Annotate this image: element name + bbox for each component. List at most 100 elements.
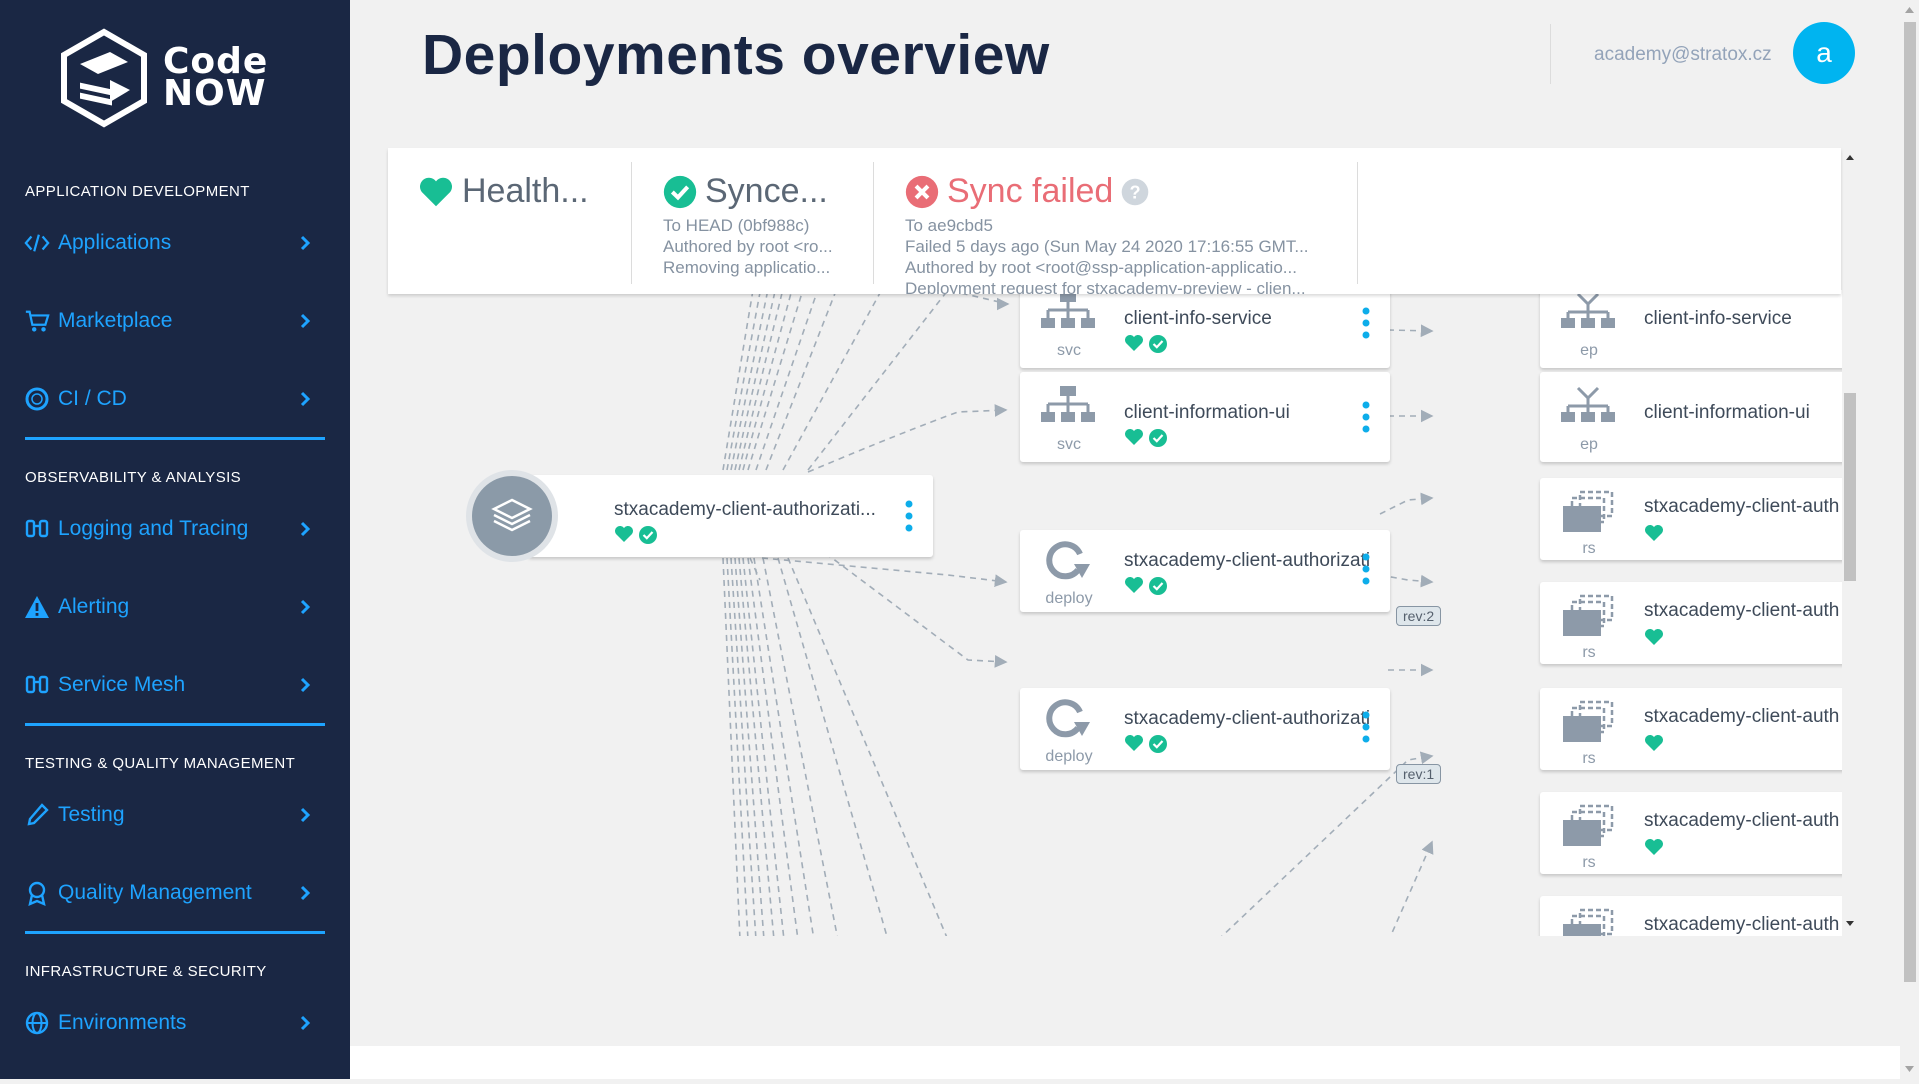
app-node[interactable]: stxacademy-client-authorizati...	[528, 475, 933, 557]
warning-icon	[24, 594, 50, 620]
sync-revision: To HEAD (0bf988c)	[663, 216, 810, 235]
replicaset-icon	[1563, 594, 1614, 636]
pipette-icon	[24, 802, 50, 828]
nav-quality-management[interactable]: Quality Management	[24, 868, 324, 918]
check-circle-icon	[1149, 335, 1167, 353]
error-circle-icon	[905, 175, 939, 208]
node-ep-client-information-ui[interactable]: ep client-information-ui	[1540, 372, 1842, 462]
endpoint-icon	[1561, 386, 1615, 422]
heart-icon	[420, 177, 452, 206]
chevron-right-icon	[300, 599, 311, 615]
last-operation-status[interactable]: Sync failed ? To ae9cbd5 Failed 5 days a…	[905, 172, 1309, 294]
nav-applications[interactable]: Applications	[24, 218, 324, 268]
node-kind: rs	[1582, 750, 1596, 767]
heart-icon	[1645, 629, 1663, 645]
heart-icon	[1125, 429, 1143, 445]
nav-marketplace[interactable]: Marketplace	[24, 296, 324, 346]
more-vert-icon[interactable]	[905, 499, 913, 533]
heart-icon	[1645, 839, 1663, 855]
divider	[25, 723, 325, 726]
node-label: client-info-service	[1124, 308, 1272, 329]
replicaset-icon	[1563, 908, 1614, 936]
chevron-right-icon	[300, 807, 311, 823]
more-vert-icon[interactable]	[1362, 306, 1370, 340]
revision-badge: rev:2	[1396, 606, 1442, 626]
nav-logging-label: Logging and Tracing	[58, 517, 249, 540]
layers-icon	[472, 476, 552, 556]
nav-alerting[interactable]: Alerting	[24, 582, 324, 632]
replicaset-icon	[1563, 804, 1614, 846]
status-divider	[1357, 162, 1358, 284]
footer-strip	[350, 1046, 1900, 1079]
operation-author: Authored by root <root@ssp-application-a…	[905, 258, 1297, 277]
check-circle-icon	[1149, 429, 1167, 447]
binoculars-icon	[24, 516, 50, 542]
logo[interactable]: Code NOW	[58, 28, 308, 128]
node-svc-client-info-service[interactable]: svc client-info-service	[1020, 290, 1390, 368]
node-kind: svc	[1057, 436, 1081, 453]
heart-icon	[1645, 525, 1663, 541]
logo-icon	[61, 28, 147, 128]
replicaset-icon	[1563, 700, 1614, 742]
sync-status-label: Synce...	[705, 172, 828, 210]
node-rs[interactable]: rs stxacademy-client-auth	[1540, 792, 1842, 874]
code-icon	[24, 230, 50, 256]
more-vert-icon[interactable]	[1362, 552, 1370, 586]
node-kind: svc	[1057, 342, 1081, 359]
divider	[25, 931, 325, 934]
nav-marketplace-label: Marketplace	[58, 309, 173, 332]
app-status-panel: Health... Synce... To HEAD (0bf988c) Aut…	[388, 148, 1841, 294]
node-rs[interactable]: stxacademy-client-auth	[1540, 896, 1842, 936]
globe-icon	[24, 1010, 50, 1036]
node-kind: rs	[1582, 854, 1596, 871]
node-rs[interactable]: rs stxacademy-client-auth	[1540, 688, 1842, 770]
page-scrollbar[interactable]	[1900, 0, 1919, 1079]
nav-logging-and-tracing[interactable]: Logging and Tracing	[24, 504, 324, 554]
more-vert-icon[interactable]	[1362, 400, 1370, 434]
node-ep-client-info-service[interactable]: ep client-info-service	[1540, 290, 1842, 368]
node-label: stxacademy-client-auth	[1644, 600, 1840, 621]
nav-environments[interactable]: Environments	[24, 998, 324, 1048]
refresh-icon	[1046, 541, 1090, 580]
node-label: client-information-ui	[1644, 402, 1810, 423]
node-label: stxacademy-client-auth	[1644, 810, 1840, 831]
hierarchy-icon	[1041, 292, 1095, 328]
chevron-right-icon	[300, 521, 311, 537]
nav-testing[interactable]: Testing	[24, 790, 324, 840]
sync-status[interactable]: Synce... To HEAD (0bf988c) Authored by r…	[663, 172, 833, 278]
node-deploy-rev1[interactable]: deploy stxacademy-client-authorizati...	[1020, 688, 1390, 770]
node-rs[interactable]: rs stxacademy-client-auth	[1540, 478, 1842, 560]
heart-icon	[615, 526, 633, 542]
operation-message: Deployment request for stxacademy-previe…	[905, 279, 1306, 294]
hierarchy-icon	[1041, 386, 1095, 422]
nav-alerting-label: Alerting	[58, 595, 130, 618]
help-icon[interactable]: ?	[1121, 178, 1149, 206]
health-status[interactable]: Health...	[418, 172, 589, 211]
node-svc-client-information-ui[interactable]: svc client-information-ui	[1020, 372, 1390, 462]
nav-testing-label: Testing	[58, 803, 125, 826]
node-status	[1644, 734, 1664, 756]
node-label: stxacademy-client-authorizati...	[1124, 550, 1369, 571]
heart-icon	[1125, 577, 1143, 593]
nav-ci-cd[interactable]: CI / CD	[24, 374, 324, 424]
graph-scrollbar[interactable]	[1842, 148, 1858, 938]
more-vert-icon[interactable]	[1362, 710, 1370, 744]
chevron-right-icon	[300, 235, 311, 251]
nav-service-mesh[interactable]: Service Mesh	[24, 660, 324, 710]
health-status-label: Health...	[462, 172, 589, 210]
endpoint-icon	[1561, 292, 1615, 328]
refresh-icon	[1046, 699, 1090, 738]
sync-author: Authored by root <ro...	[663, 237, 833, 256]
check-circle-icon	[639, 526, 657, 544]
header-divider	[1550, 24, 1551, 84]
sync-message: Removing applicatio...	[663, 258, 831, 277]
node-label: stxacademy-client-authorizati...	[1124, 708, 1369, 729]
node-rs[interactable]: rs stxacademy-client-auth	[1540, 582, 1842, 664]
node-kind: rs	[1582, 540, 1596, 557]
user-email[interactable]: academy@stratox.cz	[1594, 44, 1772, 66]
node-deploy-rev2[interactable]: deploy stxacademy-client-authorizati...	[1020, 530, 1390, 612]
node-kind: ep	[1580, 436, 1598, 453]
divider	[25, 437, 325, 440]
check-circle-icon	[1149, 735, 1167, 753]
avatar[interactable]: a	[1793, 22, 1855, 84]
